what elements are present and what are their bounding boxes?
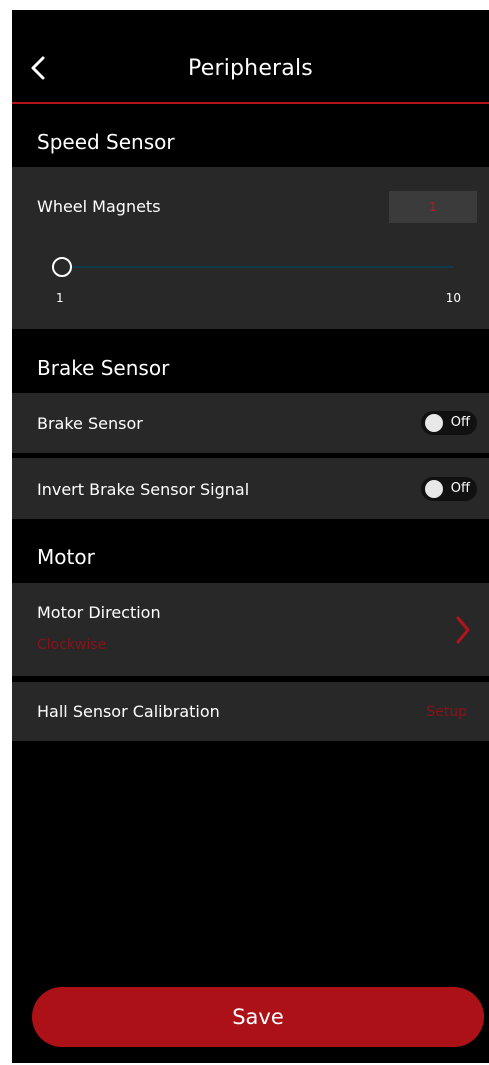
invert-brake-signal-toggle[interactable]: Off <box>421 477 477 501</box>
wheel-magnets-slider[interactable] <box>52 257 454 277</box>
section-heading-motor: Motor <box>37 545 95 569</box>
invert-brake-signal-label: Invert Brake Sensor Signal <box>37 480 250 499</box>
wheel-magnets-value-input[interactable]: 1 <box>389 191 477 223</box>
section-heading-brake-sensor: Brake Sensor <box>37 356 170 380</box>
hall-sensor-setup-link[interactable]: Setup <box>426 704 467 720</box>
chevron-right-icon[interactable] <box>455 615 471 645</box>
toggle-knob <box>425 414 443 432</box>
peripherals-screen: Peripherals Speed Sensor Wheel Magnets 1… <box>12 10 489 1063</box>
slider-track <box>70 266 454 268</box>
hall-sensor-calibration-row: Hall Sensor Calibration Setup <box>12 682 489 741</box>
toggle-knob <box>425 480 443 498</box>
motor-direction-label: Motor Direction <box>37 603 161 622</box>
toggle-state: Off <box>450 415 470 430</box>
toggle-state: Off <box>450 481 470 496</box>
brake-sensor-row: Brake Sensor Off <box>12 393 489 453</box>
brake-sensor-label: Brake Sensor <box>37 414 143 433</box>
save-button[interactable]: Save <box>32 987 484 1047</box>
page-title: Peripherals <box>188 56 313 81</box>
header-divider <box>12 102 489 104</box>
motor-direction-value: Clockwise <box>37 637 107 653</box>
slider-thumb[interactable] <box>52 257 72 277</box>
brake-sensor-toggle[interactable]: Off <box>421 411 477 435</box>
hall-sensor-calibration-label: Hall Sensor Calibration <box>37 702 220 721</box>
section-heading-speed-sensor: Speed Sensor <box>37 130 175 154</box>
wheel-magnets-card: Wheel Magnets 1 1 10 <box>12 167 489 329</box>
invert-brake-signal-row: Invert Brake Sensor Signal Off <box>12 458 489 519</box>
wheel-magnets-label: Wheel Magnets <box>37 197 161 216</box>
motor-direction-row[interactable]: Motor Direction Clockwise <box>12 583 489 676</box>
slider-max-label: 10 <box>445 291 461 305</box>
slider-min-label: 1 <box>56 291 64 305</box>
header: Peripherals <box>12 10 489 102</box>
